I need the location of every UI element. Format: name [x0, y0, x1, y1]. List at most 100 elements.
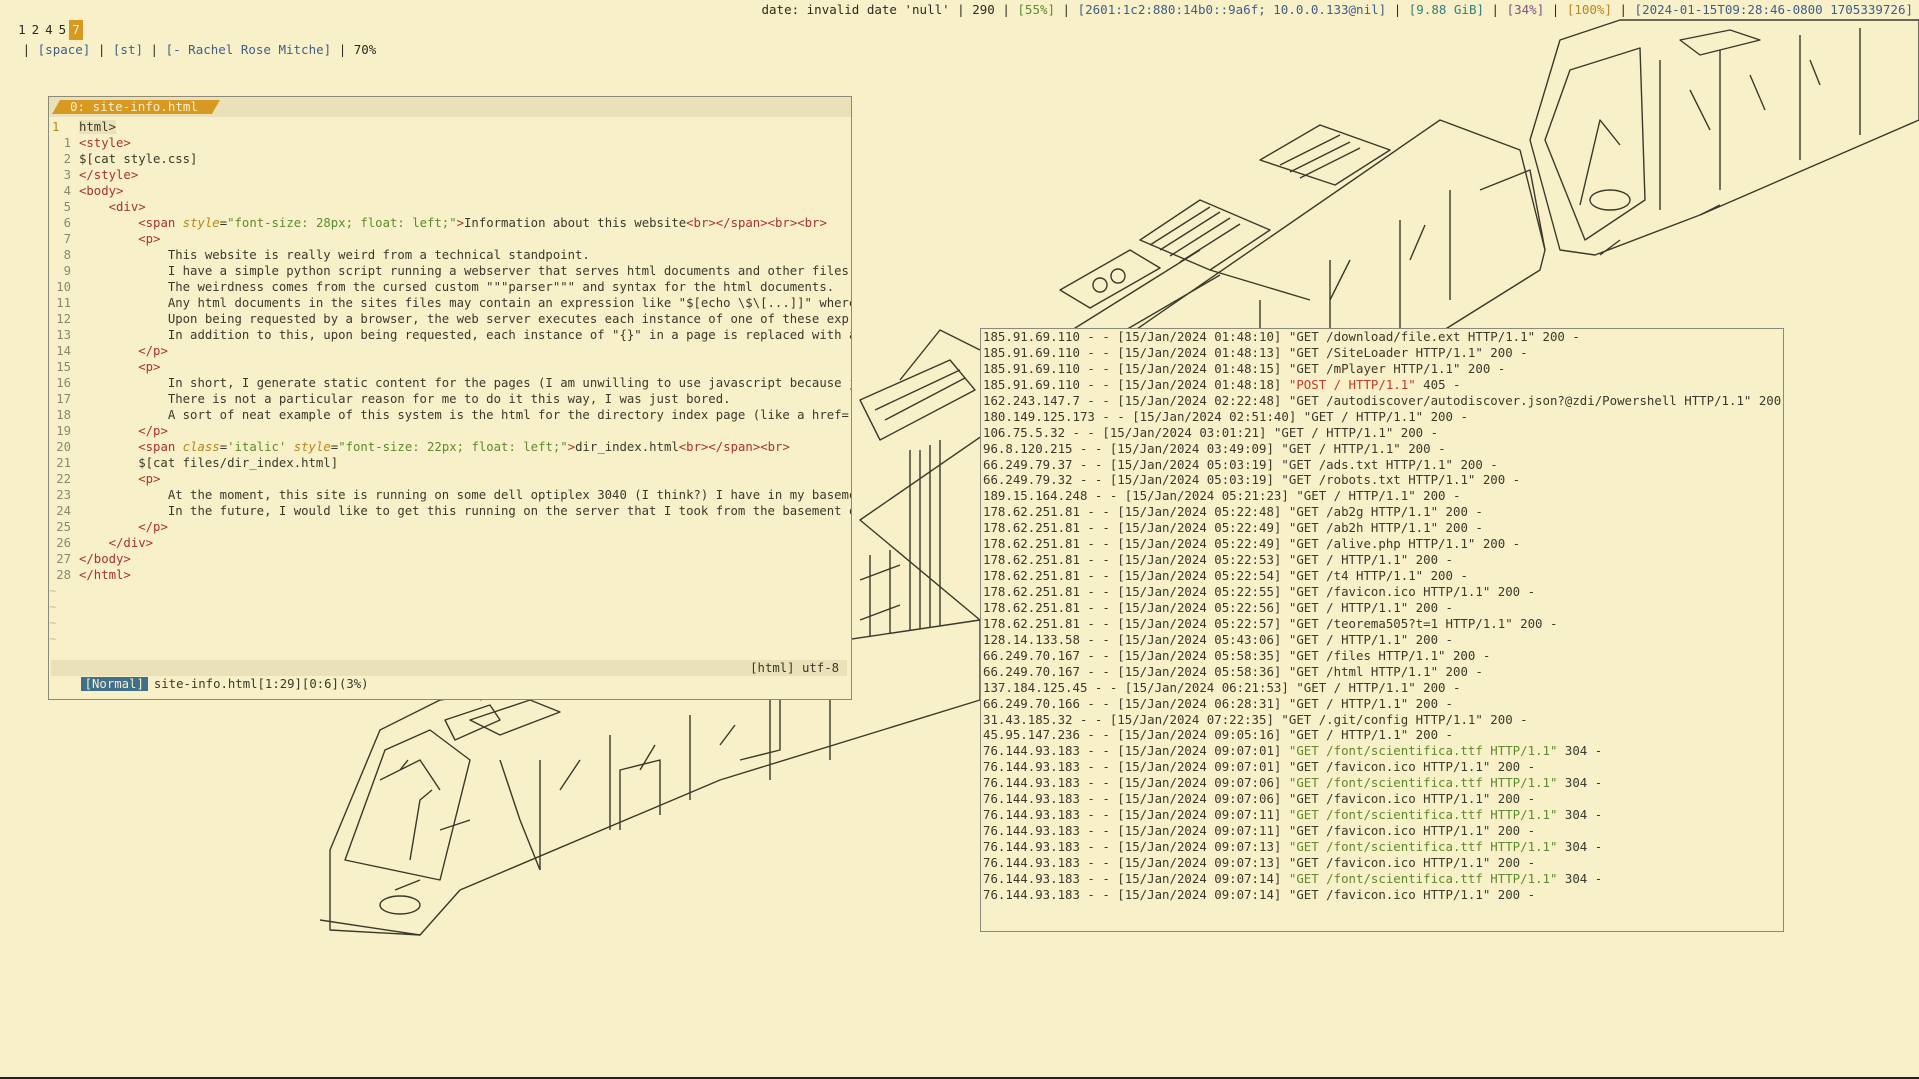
code-line[interactable]: 20 <span class='italic' style="font-size… — [49, 439, 851, 455]
code-line[interactable]: 18 A sort of neat example of this system… — [49, 407, 851, 423]
editor-buffer[interactable]: 1 html> 1 <style> 2 $[cat style.css] 3 </style>… — [49, 119, 851, 699]
code-line[interactable]: 16 In short, I generate static content f… — [49, 375, 851, 391]
log-line: 180.149.125.173 - - [15/Jan/2024 02:51:4… — [981, 409, 1783, 425]
cpu-status: [55%] — [1017, 2, 1056, 17]
log-client: 185.91.69.110 - - [15/Jan/2024 01:48:13] — [983, 344, 1289, 360]
log-client: 137.184.125.45 - - [15/Jan/2024 06:21:53… — [983, 679, 1297, 695]
log-line: 185.91.69.110 - - [15/Jan/2024 01:48:10]… — [981, 329, 1783, 345]
line-number: 20 — [56, 440, 71, 454]
log-line: 106.75.5.32 - - [15/Jan/2024 03:01:21] "… — [981, 425, 1783, 441]
line-number: 10 — [56, 280, 71, 294]
editor-window[interactable]: 0: site-info.html 1 html> 1 <style> 2 $[cat s… — [48, 96, 852, 700]
log-status: 200 - — [1535, 329, 1580, 344]
empty-line-marker: ~ — [49, 600, 57, 614]
log-status: 200 - — [1512, 615, 1558, 631]
log-line: 137.184.125.45 - - [15/Jan/2024 06:21:53… — [981, 680, 1783, 696]
code-line[interactable]: 11 Any html documents in the sites files… — [49, 295, 851, 311]
editor-tabline: 0: site-info.html — [49, 97, 851, 117]
code-line[interactable]: 22 <p> — [49, 471, 851, 487]
log-request: "GET /font/scientifica.ttf HTTP/1.1" — [1288, 870, 1558, 886]
code-line[interactable]: 24 In the future, I would like to get th… — [49, 503, 851, 519]
workspace-5[interactable]: 5 — [56, 20, 70, 40]
log-status: 200 - — [1408, 695, 1453, 711]
log-line: 178.62.251.81 - - [15/Jan/2024 05:22:57]… — [981, 616, 1783, 632]
code-line[interactable]: 17 There is not a particular reason for … — [49, 391, 851, 407]
log-line: 178.62.251.81 - - [15/Jan/2024 05:22:49]… — [981, 536, 1783, 552]
line-text: Upon being requested by a browser, the w… — [79, 312, 852, 326]
log-line: 178.62.251.81 - - [15/Jan/2024 05:22:56]… — [981, 600, 1783, 616]
code-line[interactable]: 5 <div> — [49, 199, 851, 215]
layout-indicator[interactable]: [space] — [38, 42, 91, 57]
code-line[interactable]: 1 <style> — [49, 135, 851, 151]
code-line[interactable]: 2 $[cat style.css] — [49, 151, 851, 167]
code-line[interactable]: 6 <span style="font-size: 28px; float: l… — [49, 215, 851, 231]
load-status: [34%] — [1506, 2, 1545, 17]
workspace-4[interactable]: 4 — [42, 20, 56, 40]
system-status: date: invalid date 'null' | 290 | [55%] … — [761, 2, 1914, 17]
workspace-1[interactable]: 1 — [15, 20, 29, 40]
log-line: 66.249.70.166 - - [15/Jan/2024 06:28:31]… — [981, 696, 1783, 712]
line-number: 27 — [56, 552, 71, 566]
line-text: </body> — [79, 552, 131, 566]
line-text: I have a simple python script running a … — [79, 264, 852, 278]
line-text: There is not a particular reason for me … — [79, 392, 731, 406]
log-request: "GET / HTTP/1.1" — [1296, 488, 1416, 504]
log-status: 200 - — [1438, 504, 1483, 520]
log-request: "GET /mPlayer HTTP/1.1" — [1288, 360, 1461, 376]
code-line[interactable]: 25 </p> — [49, 519, 851, 535]
log-request: "GET /favicon.ico HTTP/1.1" — [1288, 823, 1491, 839]
code-line[interactable]: 8 This website is really weird from a te… — [49, 247, 851, 263]
code-line[interactable]: 10 The weirdness comes from the cursed c… — [49, 279, 851, 295]
line-number: 5 — [63, 200, 71, 214]
log-client: 66.249.70.167 - - [15/Jan/2024 05:58:35] — [983, 647, 1289, 663]
line-number: 4 — [63, 184, 71, 198]
code-line[interactable]: 14 </p> — [49, 343, 851, 359]
code-line[interactable]: 23 At the moment, this site is running o… — [49, 487, 851, 503]
code-line[interactable]: 26 </div> — [49, 535, 851, 551]
code-line[interactable]: 15 <p> — [49, 359, 851, 375]
workspace-7[interactable]: 7 — [69, 20, 83, 40]
log-client: 76.144.93.183 - - [15/Jan/2024 09:07:01] — [983, 743, 1289, 759]
log-request: "GET / HTTP/1.1" — [1273, 424, 1394, 440]
log-client: 178.62.251.81 - - [15/Jan/2024 05:22:57] — [983, 615, 1289, 631]
top-status-bar: 12457 | [space] | [st] | [- Rachel Rose … — [15, 2, 1914, 57]
log-request: "GET / HTTP/1.1" — [1288, 727, 1409, 743]
code-line[interactable]: 9 I have a simple python script running … — [49, 263, 851, 279]
empty-line-marker: ~ — [49, 616, 57, 630]
code-line[interactable]: 3 </style> — [49, 167, 851, 183]
code-line[interactable]: 19 </p> — [49, 423, 851, 439]
line-number: 15 — [56, 360, 71, 374]
log-client: 178.62.251.81 - - [15/Jan/2024 05:22:54] — [983, 568, 1289, 584]
log-client: 45.95.147.236 - - [15/Jan/2024 09:05:16] — [983, 727, 1289, 743]
line-number: 24 — [56, 504, 71, 518]
code-line[interactable]: 13 In addition to this, upon being reque… — [49, 327, 851, 343]
line-text: <p> — [138, 232, 161, 246]
server-log-terminal[interactable]: 185.91.69.110 - - [15/Jan/2024 01:48:10]… — [980, 328, 1784, 932]
log-status: 200 - — [1490, 791, 1536, 807]
log-status: 200 - — [1415, 488, 1461, 504]
log-request: "GET / HTTP/1.1" — [1288, 552, 1409, 568]
log-line: 185.91.69.110 - - [15/Jan/2024 01:48:15]… — [981, 361, 1783, 377]
log-line: 178.62.251.81 - - [15/Jan/2024 05:22:55]… — [981, 584, 1783, 600]
log-line: 178.62.251.81 - - [15/Jan/2024 05:22:53]… — [981, 552, 1783, 568]
line-number: 6 — [63, 216, 71, 230]
code-line[interactable]: 28 </html> — [49, 567, 851, 583]
code-line[interactable]: 12 Upon being requested by a browser, th… — [49, 311, 851, 327]
workspace-2[interactable]: 2 — [29, 20, 43, 40]
editor-tab[interactable]: 0: site-info.html — [52, 100, 220, 114]
editor-statusline: [Normal] site-info.html[1:29][0:6](3%) [h… — [51, 660, 847, 691]
log-status: 200 - — [1452, 456, 1498, 472]
code-line[interactable]: 21 $[cat files/dir_index.html] — [49, 455, 851, 471]
code-line[interactable]: 27 </body> — [49, 551, 851, 567]
log-client: 76.144.93.183 - - [15/Jan/2024 09:07:14] — [983, 870, 1289, 886]
code-line[interactable]: 4 <body> — [49, 183, 851, 199]
file-position: site-info.html[1:29][0:6](3%) — [153, 677, 369, 691]
vim-mode: [Normal] — [80, 677, 148, 691]
line-number: 12 — [56, 312, 71, 326]
log-status: 304 - — [1557, 870, 1603, 886]
log-line: 76.144.93.183 - - [15/Jan/2024 09:07:01]… — [981, 743, 1783, 759]
log-line: 128.14.133.58 - - [15/Jan/2024 05:43:06]… — [981, 632, 1783, 648]
log-request: "GET /robots.txt HTTP/1.1" — [1281, 472, 1476, 488]
code-line[interactable]: 1 html> — [49, 119, 851, 135]
code-line[interactable]: 7 <p> — [49, 231, 851, 247]
